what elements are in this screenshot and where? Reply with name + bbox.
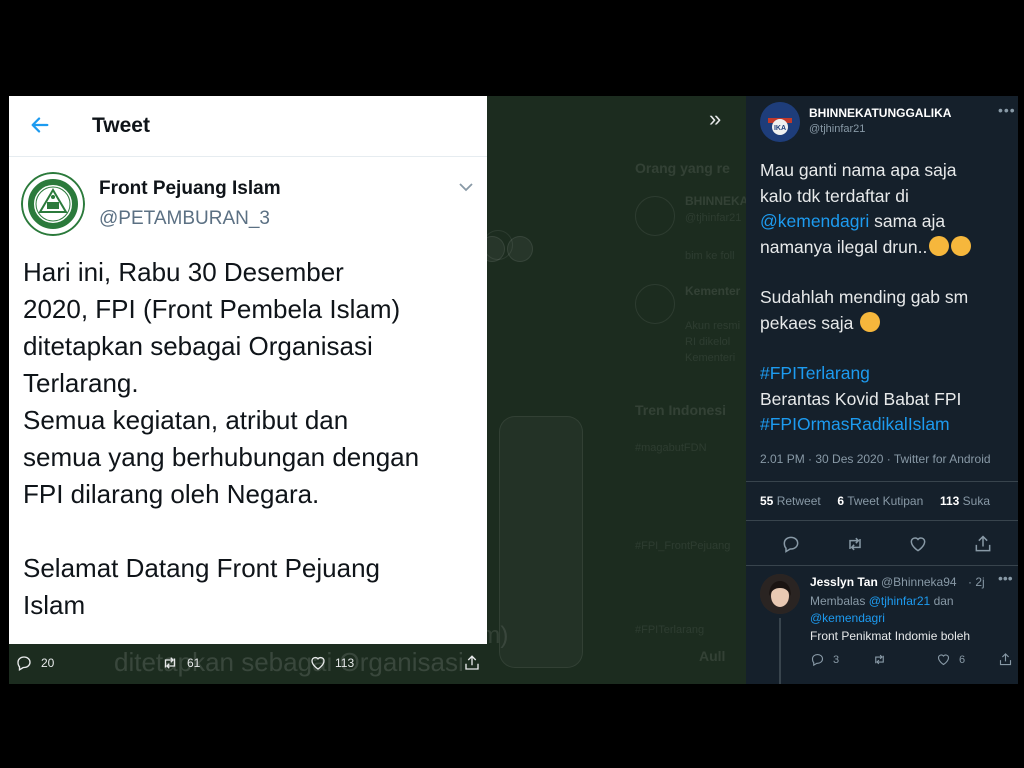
reply-share-button[interactable] — [998, 652, 1018, 667]
author-avatar-logo[interactable] — [21, 172, 85, 236]
more-options-icon[interactable]: ••• — [998, 570, 1013, 586]
tweet-timestamp[interactable]: 2.01 PM · 30 Des 2020 · Twitter for Andr… — [760, 452, 991, 466]
author-handle[interactable]: @tjhinfar21 — [809, 123, 865, 135]
bg-card — [499, 416, 583, 668]
grin-emoji-icon — [951, 235, 972, 256]
retweet-stat[interactable]: 55 Retweet — [760, 494, 821, 508]
retweet-button[interactable]: 61 — [161, 654, 200, 672]
reply-reply-count: 3 — [833, 653, 840, 666]
reply-button[interactable]: 20 — [15, 654, 54, 672]
tweet-text: Mau ganti nama apa saja kalo tdk terdaft… — [760, 158, 1012, 438]
tweet-line: Berantas Kovid Babat FPI — [760, 388, 962, 409]
ghost-text-upper: am) — [467, 622, 509, 649]
bg-trend-2: #FPI_FrontPejuang — [635, 540, 731, 552]
hashtag-link[interactable]: #FPIOrmasRadikalIslam — [760, 412, 1012, 438]
hashtag-link[interactable]: #FPITerlarang — [760, 361, 1012, 387]
chevron-down-icon[interactable] — [459, 182, 473, 192]
left-tweet-actions: am) ditetapkan sebagai Organisasi 20 61 … — [9, 622, 508, 684]
quote-stat[interactable]: 6 Tweet Kutipan — [837, 494, 923, 508]
tweet-line: @kemendagri sama aja — [760, 209, 1012, 235]
thread-line — [779, 618, 781, 684]
like-stat-label: Suka — [962, 494, 991, 508]
author-name[interactable]: Front Pejuang Islam — [99, 178, 281, 200]
tweet-line: namanya ilegal drun.. — [760, 235, 1012, 261]
reply-like-button[interactable]: 6 — [936, 652, 965, 667]
reply-like-count: 6 — [959, 653, 966, 666]
author-handle[interactable]: @PETAMBURAN_3 — [99, 208, 270, 230]
reply-time[interactable]: · 2j — [968, 575, 985, 589]
tweet-line-text: namanya ilegal drun.. — [760, 236, 928, 257]
tweet-line: Mau ganti nama apa saja — [760, 160, 957, 180]
reply-text: Front Penikmat Indomie boleh — [810, 629, 971, 643]
share-icon — [465, 655, 479, 670]
reply-author-handle[interactable]: @Bhinneka94 — [881, 575, 957, 589]
tweet-line-text: pekaes saja — [760, 312, 854, 333]
bg-who-to-follow: Orang yang re — [635, 160, 730, 176]
retweet-count: 61 — [187, 656, 201, 670]
bg-account-2: Kementer — [685, 284, 741, 298]
tweet-line-rest: sama aja — [869, 211, 946, 231]
svg-text:IKA: IKA — [774, 125, 786, 132]
bg-trend-3: #FPITerlarang — [635, 624, 705, 636]
right-tweet-panel: IKA BHINNEKATUNGGALIKA @tjhinfar21 ••• M… — [746, 96, 1018, 684]
reply-retweet-button[interactable] — [872, 652, 895, 667]
heart-icon[interactable] — [908, 534, 928, 554]
replying-to: Membalas @tjhinfar21 dan @kemendagri — [810, 593, 1010, 627]
share-icon — [999, 653, 1012, 666]
author-name[interactable]: BHINNEKATUNGGALIKA — [809, 106, 951, 120]
bg-trend-4: Aull — [699, 648, 726, 664]
retweet-stat-label: Retweet — [776, 494, 821, 508]
bg-trend-1: #magabutFDN — [635, 442, 707, 454]
bg-trends: Tren Indonesi — [635, 402, 727, 418]
heart-icon — [311, 656, 325, 670]
share-button[interactable] — [463, 654, 489, 672]
laughing-emoji-icon — [860, 311, 881, 332]
mention-link[interactable]: @kemendagri — [810, 611, 885, 625]
like-stat[interactable]: 113 Suka — [940, 494, 990, 508]
bhinneka-logo: IKA — [760, 102, 800, 142]
tweet-stats: 55 Retweet 6 Tweet Kutipan 113 Suka — [760, 494, 990, 508]
replying-and: dan — [930, 594, 954, 608]
reply-icon — [17, 656, 31, 671]
page-title: Tweet — [92, 114, 150, 137]
like-count: 113 — [335, 656, 355, 670]
bg-account-1: BHINNEKA — [685, 194, 746, 208]
like-button[interactable]: 113 — [309, 654, 354, 672]
reply-author-name[interactable]: Jesslyn Tan — [810, 575, 878, 589]
tweet-text: Hari ini, Rabu 30 Desember 2020, FPI (Fr… — [23, 257, 420, 620]
more-options-icon[interactable]: ••• — [998, 102, 1016, 118]
tweet-line: Sudahlah mending gab sm — [760, 287, 969, 307]
left-tweet-panel: Tweet Front Pejuang Islam @PETAMBURAN_3 … — [9, 96, 487, 644]
reply-icon — [811, 653, 824, 667]
reply-icon[interactable] — [781, 534, 801, 554]
reply-reply-button[interactable]: 3 — [810, 652, 839, 667]
expand-chevrons-icon[interactable]: » — [709, 106, 721, 132]
reply-avatar[interactable] — [760, 574, 800, 614]
background-twitter-page: » Orang yang re BHINNEKA @tjhinfar21 bim… — [487, 96, 746, 684]
tweet-line: kalo tdk terdaftar di — [760, 185, 909, 206]
retweet-icon[interactable] — [845, 534, 865, 554]
mention-link[interactable]: @tjhinfar21 — [869, 594, 931, 608]
author-avatar[interactable]: IKA — [760, 102, 800, 142]
retweet-stat-count: 55 — [760, 494, 774, 508]
quote-stat-label: Tweet Kutipan — [847, 494, 924, 508]
back-arrow-icon[interactable] — [29, 114, 51, 136]
tweet-header: Tweet — [9, 96, 487, 157]
tweet-line: pekaes saja — [760, 311, 1012, 337]
retweet-icon — [875, 654, 884, 665]
heart-icon — [937, 654, 950, 666]
share-icon[interactable] — [973, 534, 993, 554]
emoji-icon — [929, 235, 950, 256]
mention-link[interactable]: @kemendagri — [760, 211, 869, 231]
avatar-photo — [760, 574, 800, 614]
like-stat-count: 113 — [939, 494, 960, 508]
quote-stat-count: 6 — [837, 494, 845, 508]
reply-count: 20 — [41, 656, 55, 670]
retweet-icon — [164, 657, 176, 669]
replying-prefix: Membalas — [810, 594, 869, 608]
